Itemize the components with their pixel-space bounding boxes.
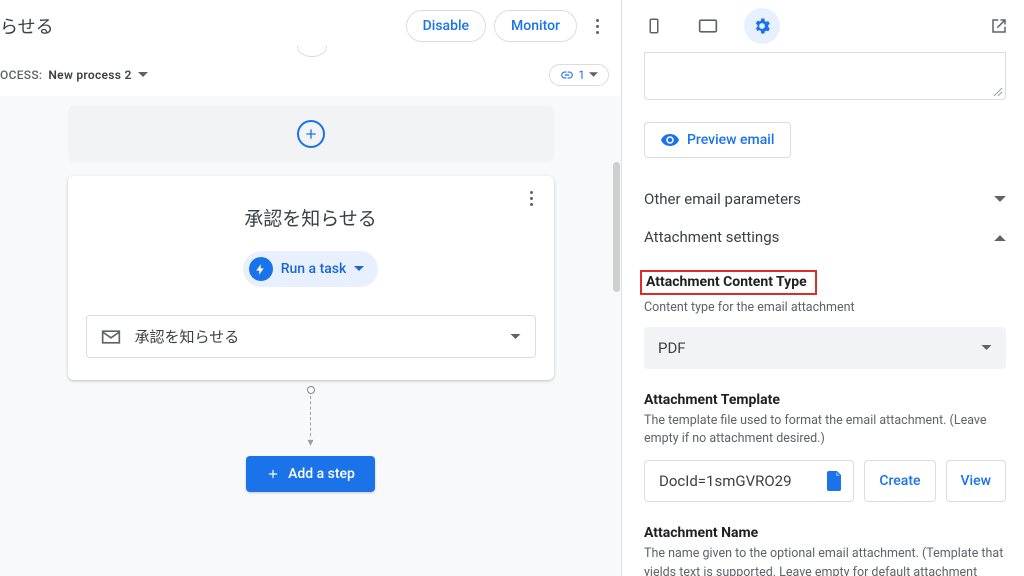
field-label-template: Attachment Template bbox=[644, 392, 780, 408]
automation-editor: らせる Disable Monitor OCESS: New process 2… bbox=[0, 0, 622, 576]
eye-icon bbox=[661, 133, 679, 147]
field-desc-name: The name given to the optional email att… bbox=[644, 545, 1006, 576]
header-actions: Disable Monitor bbox=[406, 10, 609, 42]
document-icon bbox=[827, 471, 843, 491]
open-external-button[interactable] bbox=[990, 17, 1008, 35]
section-other-email-params[interactable]: Other email parameters bbox=[644, 180, 1006, 218]
textarea-preview[interactable] bbox=[644, 52, 1006, 100]
step-card[interactable]: 承認を知らせる Run a task 承認を知らせる bbox=[68, 176, 554, 380]
tablet-icon bbox=[698, 17, 718, 35]
template-row: DocId=1smGVRO29 Create View bbox=[644, 460, 1006, 502]
more-menu-button[interactable] bbox=[585, 14, 609, 38]
connector: ▾ bbox=[310, 386, 311, 446]
chevron-up-icon bbox=[994, 234, 1006, 241]
process-name: New process 2 bbox=[48, 68, 131, 82]
right-toolbar bbox=[622, 0, 1024, 52]
content-type-select[interactable]: PDF bbox=[644, 327, 1006, 369]
add-step-button[interactable]: Add a step bbox=[246, 456, 375, 492]
add-step-top-zone bbox=[68, 106, 554, 162]
field-desc-content-type: Content type for the email attachment bbox=[644, 299, 1006, 317]
chevron-down-icon bbox=[354, 266, 364, 272]
scrollbar[interactable] bbox=[613, 162, 620, 292]
preview-email-button[interactable]: Preview email bbox=[644, 122, 791, 158]
kebab-icon bbox=[596, 19, 599, 34]
template-input[interactable]: DocId=1smGVRO29 bbox=[644, 460, 854, 502]
bolt-icon bbox=[249, 257, 273, 281]
card-more-button[interactable] bbox=[520, 186, 544, 210]
monitor-button[interactable]: Monitor bbox=[494, 10, 577, 42]
task-select[interactable]: 承認を知らせる bbox=[86, 315, 536, 358]
chevron-down-icon bbox=[981, 345, 992, 351]
run-task-pill[interactable]: Run a task bbox=[243, 251, 379, 287]
preview-email-label: Preview email bbox=[687, 132, 774, 148]
section-label: Attachment settings bbox=[644, 228, 779, 246]
kebab-icon bbox=[530, 191, 533, 206]
open-external-icon bbox=[990, 17, 1008, 35]
chevron-down-icon bbox=[589, 72, 598, 78]
phone-icon bbox=[645, 17, 663, 35]
mail-icon bbox=[101, 329, 121, 345]
automation-canvas: 承認を知らせる Run a task 承認を知らせる bbox=[0, 96, 621, 576]
tab-notch bbox=[291, 46, 331, 58]
resize-handle-icon bbox=[993, 87, 1003, 97]
tablet-preview-button[interactable] bbox=[690, 8, 726, 44]
run-task-label: Run a task bbox=[281, 261, 347, 277]
field-label-content-type: Attachment Content Type bbox=[640, 270, 817, 295]
process-selector[interactable]: OCESS: New process 2 bbox=[0, 68, 148, 82]
link-icon bbox=[560, 68, 574, 82]
card-title: 承認を知らせる bbox=[86, 204, 536, 231]
settings-panel: Preview email Other email parameters Att… bbox=[622, 0, 1024, 576]
section-attachment-settings[interactable]: Attachment settings bbox=[644, 218, 1006, 256]
add-step-label: Add a step bbox=[288, 466, 355, 482]
link-count: 1 bbox=[578, 68, 585, 82]
create-button[interactable]: Create bbox=[864, 460, 935, 502]
chevron-down-icon bbox=[138, 72, 148, 78]
template-value: DocId=1smGVRO29 bbox=[659, 472, 792, 490]
process-row: OCESS: New process 2 1 bbox=[0, 58, 621, 96]
plus-icon bbox=[266, 467, 280, 481]
disable-button[interactable]: Disable bbox=[406, 10, 486, 42]
settings-button[interactable] bbox=[744, 8, 780, 44]
add-step-top-button[interactable] bbox=[297, 120, 325, 148]
section-label: Other email parameters bbox=[644, 190, 801, 208]
page-title: らせる bbox=[0, 13, 54, 39]
run-task-row: Run a task bbox=[86, 251, 536, 287]
process-label: OCESS: bbox=[0, 68, 42, 82]
device-icons bbox=[636, 8, 780, 44]
linked-count-badge[interactable]: 1 bbox=[549, 64, 609, 86]
content-type-value: PDF bbox=[658, 339, 686, 357]
gear-icon bbox=[752, 16, 772, 36]
canvas-inner: 承認を知らせる Run a task 承認を知らせる bbox=[68, 106, 554, 492]
chevron-down-icon bbox=[510, 334, 521, 340]
field-label-name: Attachment Name bbox=[644, 525, 758, 541]
plus-icon bbox=[303, 126, 319, 142]
chevron-down-icon bbox=[994, 196, 1006, 203]
field-attachment-name: Attachment Name The name given to the op… bbox=[644, 522, 1006, 576]
selected-task-label: 承認を知らせる bbox=[135, 326, 240, 347]
phone-preview-button[interactable] bbox=[636, 8, 672, 44]
settings-body: Preview email Other email parameters Att… bbox=[622, 52, 1024, 576]
field-content-type: Attachment Content Type Content type for… bbox=[644, 270, 1006, 369]
view-button[interactable]: View bbox=[946, 460, 1007, 502]
field-attachment-template: Attachment Template The template file us… bbox=[644, 389, 1006, 502]
field-desc-template: The template file used to format the ema… bbox=[644, 412, 1006, 448]
